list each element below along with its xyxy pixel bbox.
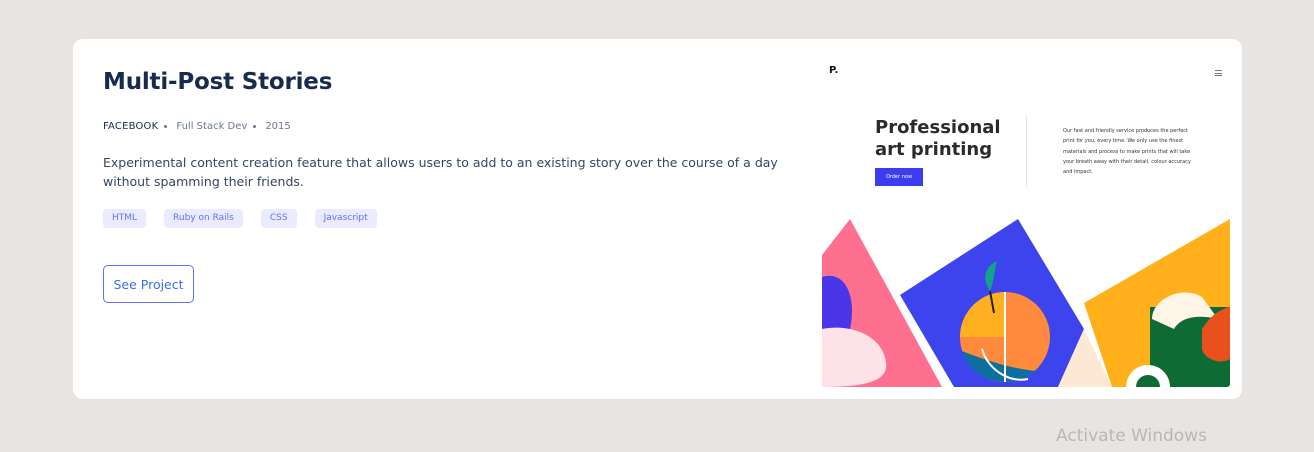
project-info: Multi-Post Stories FACEBOOK Full Stack D… xyxy=(103,69,803,303)
preview-logo: P. xyxy=(829,65,839,76)
activate-windows-watermark: Activate Windows xyxy=(1056,426,1207,446)
tech-tag-css: CSS xyxy=(260,209,297,228)
see-project-button[interactable]: See Project xyxy=(103,265,194,303)
project-role: Full Stack Dev xyxy=(176,121,248,132)
project-meta: FACEBOOK Full Stack Dev 2015 xyxy=(103,121,291,132)
hamburger-icon xyxy=(1215,70,1222,78)
project-year: 2015 xyxy=(265,121,291,132)
project-title: Multi-Post Stories xyxy=(103,69,333,95)
tech-tag-ruby-on-rails: Ruby on Rails xyxy=(164,209,243,228)
project-preview-image: P. Professional art printing Order now O… xyxy=(822,51,1230,387)
project-card: Multi-Post Stories FACEBOOK Full Stack D… xyxy=(73,39,1242,399)
meta-separator-dot xyxy=(253,125,257,128)
meta-separator-dot xyxy=(164,125,168,128)
preview-artwork xyxy=(822,219,1230,387)
tech-tag-html: HTML xyxy=(103,209,147,228)
preview-order-button: Order now xyxy=(875,168,923,186)
project-company: FACEBOOK xyxy=(103,121,159,132)
preview-copy: Our fast and friendly service produces t… xyxy=(1063,128,1191,176)
preview-divider xyxy=(1026,115,1027,187)
project-description: Experimental content creation feature th… xyxy=(103,155,778,189)
tech-tag-list: HTML Ruby on Rails CSS Javascript xyxy=(103,209,395,228)
tech-tag-javascript: Javascript xyxy=(314,209,377,228)
preview-headline: Professional art printing xyxy=(875,117,1001,160)
